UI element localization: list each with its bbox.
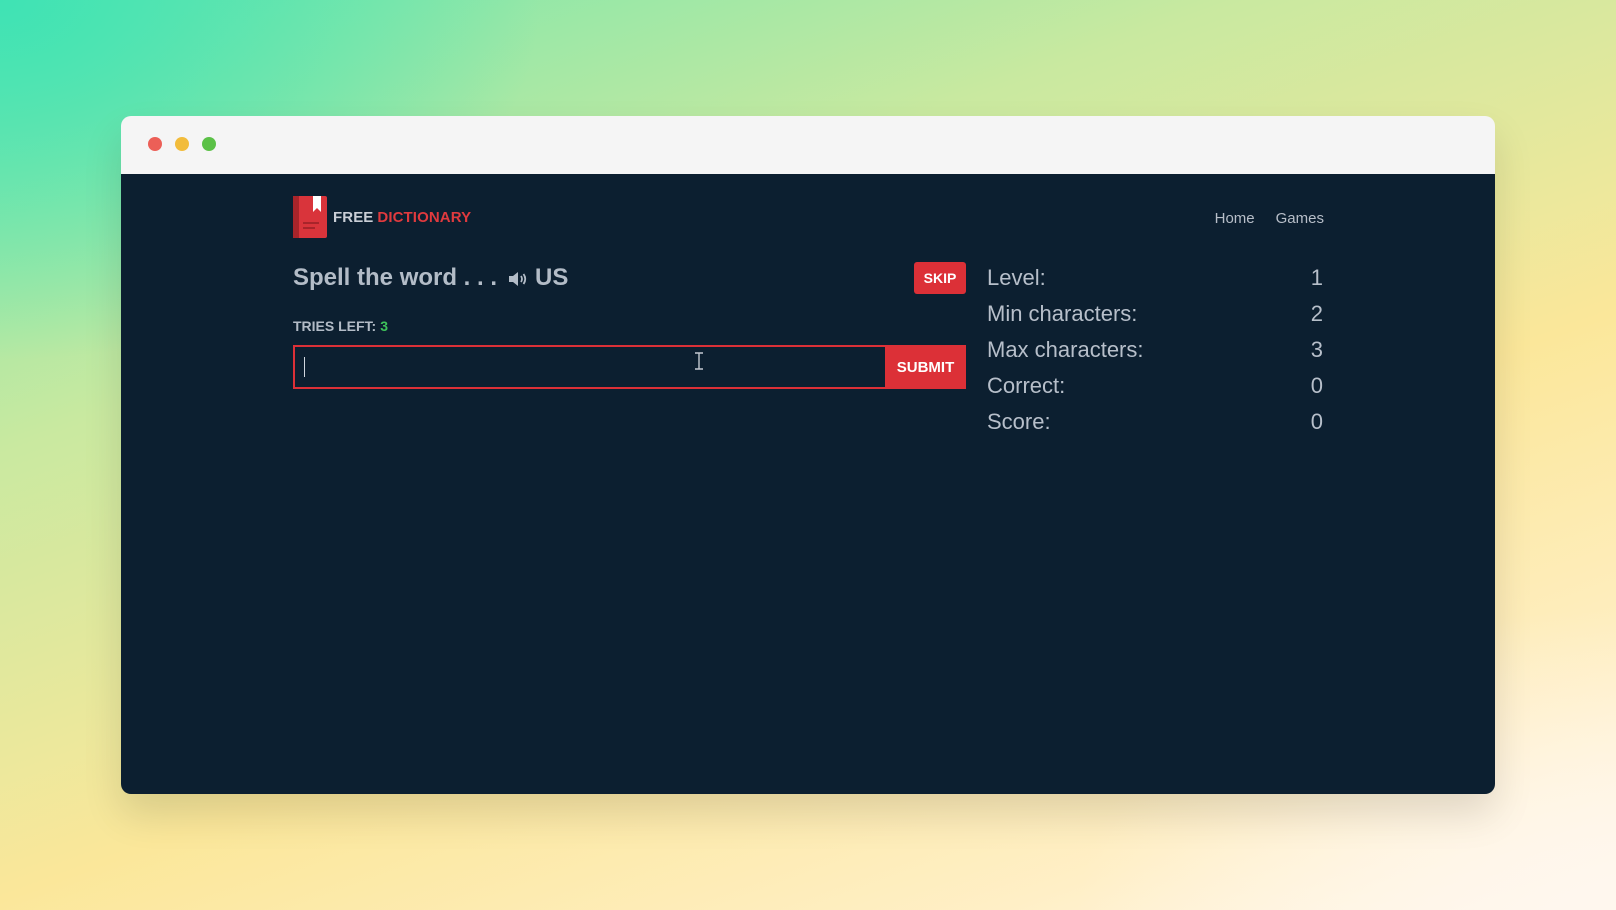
brand-dictionary-text: DICTIONARY	[377, 208, 472, 226]
submit-button[interactable]: SUBMIT	[885, 345, 966, 389]
stat-label: Min characters:	[987, 301, 1138, 326]
tries-count: 3	[380, 318, 389, 334]
stat-min-characters: Min characters: 2	[987, 296, 1323, 332]
book-icon	[293, 196, 327, 238]
brand-free-text: FREE	[333, 208, 374, 226]
tries-label: TRIES LEFT:	[293, 318, 377, 334]
spelling-input[interactable]	[293, 345, 885, 389]
stat-value: 3	[1310, 337, 1323, 362]
text-caret	[304, 357, 305, 377]
stat-max-characters: Max characters: 3	[987, 332, 1323, 368]
spell-prompt: Spell the word . . . US	[293, 264, 568, 292]
nav-link-games[interactable]: Games	[1276, 210, 1324, 227]
stat-label: Level:	[987, 265, 1046, 290]
nav-link-home[interactable]: Home	[1215, 210, 1255, 227]
page-content: FREE DICTIONARY Home Games Spell the word…	[121, 174, 1495, 794]
stat-value: 0	[1310, 373, 1323, 398]
maximize-window-button[interactable]	[202, 137, 216, 151]
stats-panel: Level: 1 Min characters: 2 Max character…	[987, 260, 1323, 440]
stat-label: Score:	[987, 409, 1051, 434]
stat-correct: Correct: 0	[987, 368, 1323, 404]
prompt-text: Spell the word . . .	[293, 264, 498, 291]
stat-label: Correct:	[987, 373, 1066, 398]
stat-value: 1	[1310, 265, 1323, 290]
tries-left: TRIES LEFT: 3	[293, 318, 388, 334]
ibeam-cursor-icon	[694, 352, 704, 370]
speaker-icon[interactable]	[507, 268, 529, 288]
top-nav: Home Games	[1215, 210, 1324, 227]
stat-level: Level: 1	[987, 260, 1323, 296]
spelling-form: SUBMIT	[293, 345, 966, 389]
site-logo[interactable]: FREE DICTIONARY	[293, 196, 471, 238]
window-titlebar	[121, 116, 1495, 174]
stat-score: Score: 0	[987, 404, 1323, 440]
skip-button[interactable]: SKIP	[914, 262, 966, 294]
stat-value: 2	[1310, 301, 1323, 326]
accent-label[interactable]: US	[535, 264, 568, 292]
close-window-button[interactable]	[148, 137, 162, 151]
stat-value: 0	[1310, 409, 1323, 434]
stat-label: Max characters:	[987, 337, 1144, 362]
minimize-window-button[interactable]	[175, 137, 189, 151]
browser-window: FREE DICTIONARY Home Games Spell the word…	[121, 116, 1495, 794]
